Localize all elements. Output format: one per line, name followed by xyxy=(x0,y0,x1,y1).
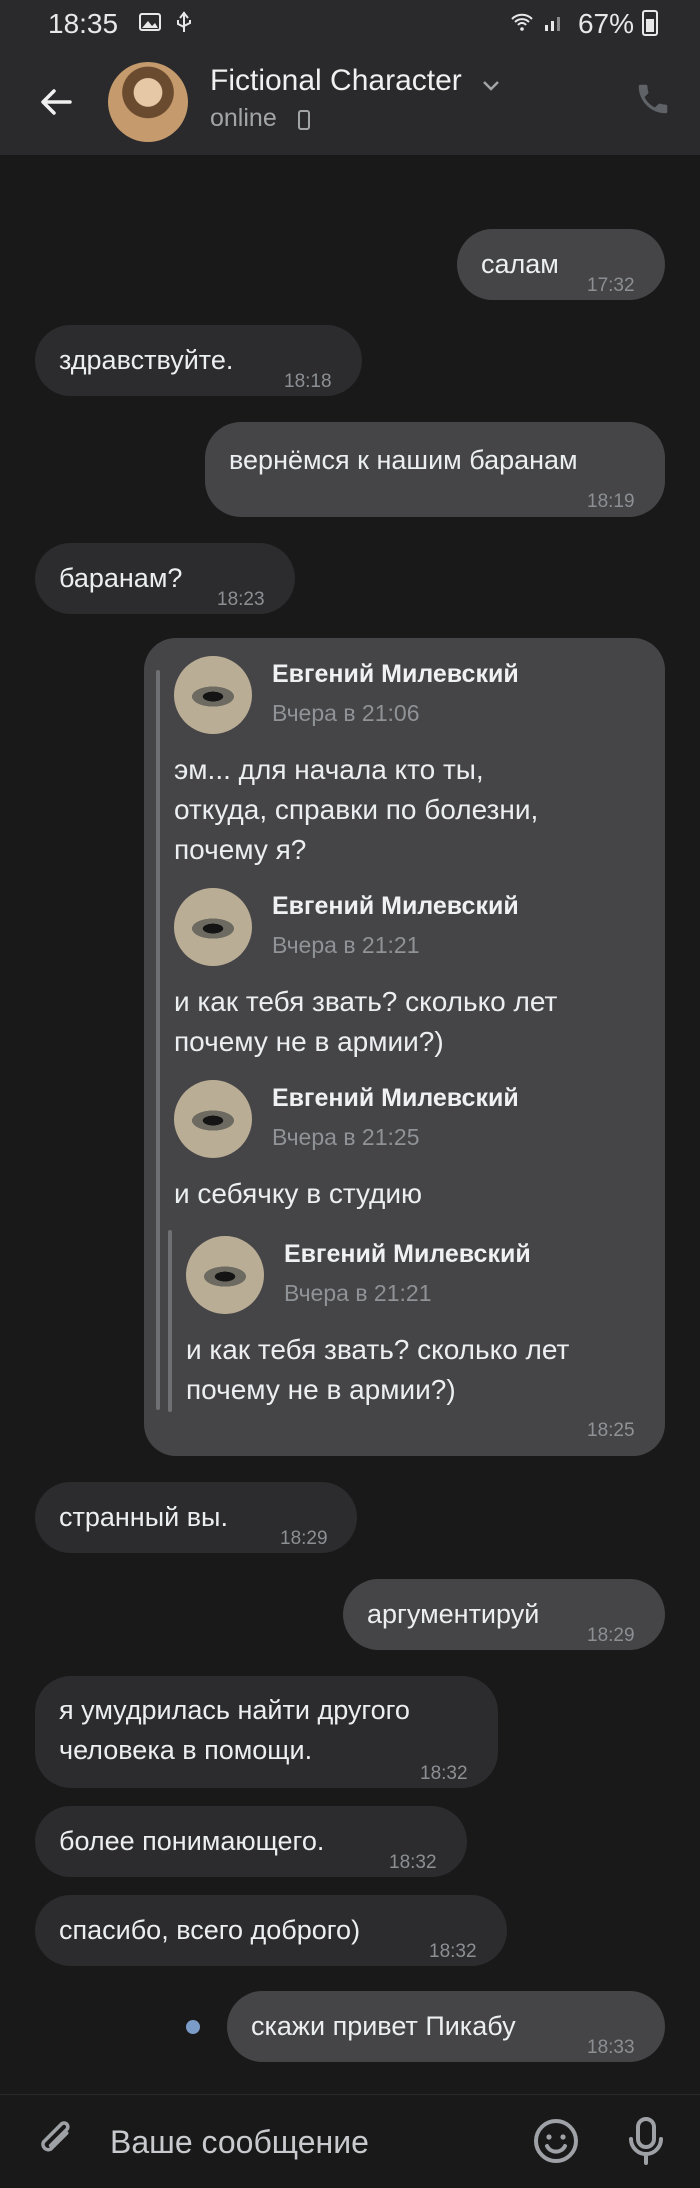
message-bubble[interactable]: салам 17:32 xyxy=(457,229,665,300)
status-bar: 18:35 67% xyxy=(0,0,700,46)
message-time: 18:25 xyxy=(587,1420,635,1441)
message-time: 18:32 xyxy=(429,1941,477,1962)
message-bubble[interactable]: баранам? 18:23 xyxy=(35,543,295,614)
contact-avatar[interactable] xyxy=(108,62,188,142)
message-bubble[interactable]: вернёмся к нашим баранам 18:19 xyxy=(205,422,665,517)
forward-text-line: откуда, справки по болезни, xyxy=(174,794,539,825)
message-text: аргументируй xyxy=(367,1599,540,1629)
contact-status: online xyxy=(210,104,277,132)
nested-quote-line xyxy=(168,1230,172,1412)
message-composer: Ваше сообщение xyxy=(0,2094,700,2188)
forward-date: Вчера в 21:25 xyxy=(272,1124,420,1150)
usb-icon xyxy=(177,11,191,32)
message-text: я умудрилась найти другого человека в по… xyxy=(59,1690,410,1770)
battery-icon xyxy=(642,10,658,36)
message-bubble[interactable]: спасибо, всего доброго) 18:32 xyxy=(35,1895,507,1966)
message-text: странный вы. xyxy=(59,1502,228,1532)
author-avatar[interactable] xyxy=(174,1080,252,1158)
mobile-device-icon xyxy=(298,110,310,130)
forward-text: и себячку в студию xyxy=(174,1174,422,1214)
message-bubble[interactable]: здравствуйте. 18:18 xyxy=(35,325,362,396)
wifi-icon xyxy=(511,13,533,31)
message-bubble[interactable]: более понимающего. 18:32 xyxy=(35,1806,467,1877)
message-time: 18:33 xyxy=(587,2037,635,2058)
forward-text: и как тебя звать? сколько лет почему не … xyxy=(174,982,557,1062)
microphone-icon[interactable] xyxy=(622,2115,670,2167)
message-input[interactable]: Ваше сообщение xyxy=(110,2115,510,2169)
emoji-icon[interactable] xyxy=(532,2117,580,2165)
forward-author[interactable]: Евгений Милевский xyxy=(284,1240,531,1269)
forward-text-line: почему не в армии?) xyxy=(174,1026,444,1057)
forward-author[interactable]: Евгений Милевский xyxy=(272,892,519,921)
gallery-icon xyxy=(139,13,161,31)
forward-date: Вчера в 21:06 xyxy=(272,700,420,726)
message-time: 18:32 xyxy=(389,1852,437,1873)
unread-indicator xyxy=(186,2020,200,2034)
battery-level: 67% xyxy=(577,8,634,39)
message-text-line: человека в помощи. xyxy=(59,1735,313,1765)
message-time: 18:23 xyxy=(217,589,265,610)
forward-date: Вчера в 21:21 xyxy=(284,1280,432,1306)
call-icon[interactable] xyxy=(634,80,672,118)
author-avatar[interactable] xyxy=(186,1236,264,1314)
message-text: баранам? xyxy=(59,563,183,593)
forward-text-line: и как тебя звать? сколько лет xyxy=(174,986,558,1017)
message-text: спасибо, всего доброго) xyxy=(59,1915,361,1945)
message-time: 18:19 xyxy=(587,491,635,512)
forward-text: эм... для начала кто ты, откуда, справки… xyxy=(174,750,538,870)
forward-author[interactable]: Евгений Милевский xyxy=(272,660,519,689)
message-text: более понимающего. xyxy=(59,1826,325,1856)
forward-text-line: почему не в армии?) xyxy=(186,1374,456,1405)
back-arrow-icon[interactable] xyxy=(36,82,76,122)
forward-text-line: и как тебя звать? сколько лет xyxy=(186,1334,570,1365)
forward-date: Вчера в 21:21 xyxy=(272,932,420,958)
forwarded-message-bubble[interactable]: Евгений Милевский Вчера в 21:06 эм... дл… xyxy=(144,638,665,1456)
message-text: вернёмся к нашим баранам xyxy=(229,445,578,475)
forward-text-line: эм... для начала кто ты, xyxy=(174,754,484,785)
message-bubble[interactable]: странный вы. 18:29 xyxy=(35,1482,357,1553)
message-time: 18:32 xyxy=(420,1763,468,1784)
message-text: салам xyxy=(481,249,559,279)
forward-author[interactable]: Евгений Милевский xyxy=(272,1084,519,1113)
author-avatar[interactable] xyxy=(174,656,252,734)
message-bubble[interactable]: аргументируй 18:29 xyxy=(343,1579,665,1650)
message-text: скажи привет Пикабу xyxy=(251,2011,516,2041)
author-avatar[interactable] xyxy=(174,888,252,966)
message-text-line: я умудрилась найти другого xyxy=(59,1695,410,1725)
message-bubble[interactable]: скажи привет Пикабу 18:33 xyxy=(227,1991,665,2062)
message-time: 17:32 xyxy=(587,275,635,296)
forward-text-line: и себячку в студию xyxy=(174,1178,423,1209)
chevron-down-icon[interactable] xyxy=(480,74,502,96)
top-bar: 18:35 67% Fictional Character online xyxy=(0,0,700,155)
message-bubble[interactable]: я умудрилась найти другого человека в по… xyxy=(35,1676,498,1788)
message-time: 18:29 xyxy=(587,1625,635,1646)
message-text: здравствуйте. xyxy=(59,345,234,375)
message-time: 18:29 xyxy=(280,1528,328,1549)
forward-text: и как тебя звать? сколько лет почему не … xyxy=(186,1330,569,1410)
signal-icon xyxy=(545,17,560,31)
attach-icon[interactable] xyxy=(34,2117,78,2167)
status-time: 18:35 xyxy=(48,8,119,39)
forward-text-line: почему я? xyxy=(174,834,307,865)
contact-name[interactable]: Fictional Character xyxy=(210,64,462,98)
forward-quote-line xyxy=(156,670,160,1410)
message-time: 18:18 xyxy=(284,371,332,392)
